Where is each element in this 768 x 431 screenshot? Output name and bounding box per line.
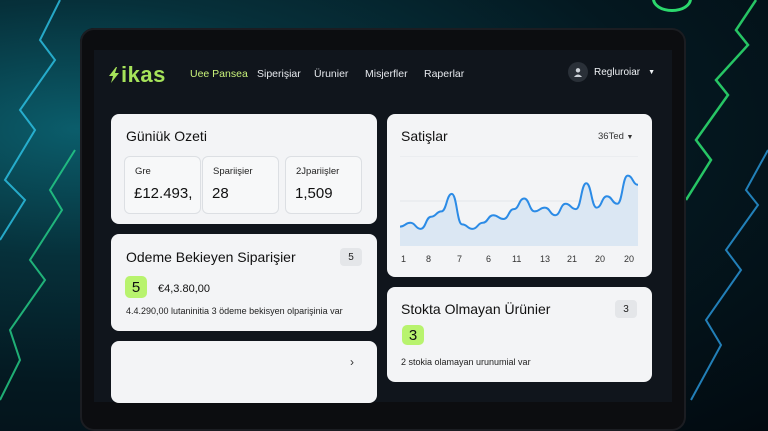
x-tick-label: 11	[512, 254, 522, 264]
x-tick-label: 13	[540, 254, 551, 264]
nav-item-products[interactable]: Ürunier	[314, 68, 348, 80]
summary-title: Güniük Ozeti	[126, 128, 207, 144]
kpi-revenue[interactable]: Gre £12.493,	[124, 156, 201, 214]
sales-chart	[400, 156, 638, 246]
x-tick-label: 6	[486, 254, 492, 264]
pending-title: Odeme Bekieyen Siparişier	[126, 249, 296, 265]
x-tick-label: 8	[426, 254, 432, 264]
kpi-label: 2Jpariişler	[296, 166, 340, 177]
stock-green-badge: 3	[402, 325, 424, 345]
nav-item-dashboard[interactable]: Uee Pansea	[190, 68, 248, 80]
chevron-right-icon[interactable]: ›	[350, 355, 354, 369]
x-tick-label: 7	[457, 254, 463, 264]
kpi-value: 1,509	[295, 185, 333, 202]
range-label: 36Ted	[598, 131, 624, 142]
stock-title: Stokta Olmayan Ürünier	[401, 301, 551, 317]
bolt-logo-icon	[109, 67, 119, 83]
nav-item-orders[interactable]: Siperişiar	[257, 68, 301, 80]
kpi-label: Spariişier	[213, 166, 253, 177]
stock-note: 2 stokia olamayan urunumial var	[401, 357, 531, 367]
user-menu[interactable]: Regluroiar ▼	[568, 62, 655, 82]
extra-card[interactable]	[111, 341, 377, 403]
kpi-label: Gre	[135, 166, 151, 177]
brand-logo[interactable]: ikas	[108, 62, 166, 88]
pending-note: 4.4.290,00 lutaninitia 3 ödeme bekisyen …	[126, 306, 343, 316]
x-tick-label: 21	[567, 254, 578, 264]
chevron-down-icon: ▼	[626, 134, 634, 141]
brand-name: ikas	[121, 62, 166, 87]
pending-count-badge: 5	[340, 248, 362, 266]
user-icon	[568, 62, 588, 82]
user-label: Regluroiar	[594, 66, 641, 78]
kpi-value: 28	[212, 185, 229, 202]
sales-area	[400, 175, 638, 246]
lightning-right-icon	[686, 0, 768, 401]
top-navigation: ikas Uee Pansea Siperişiar Ürunier Misje…	[94, 50, 672, 98]
x-tick-label: 20	[624, 254, 635, 264]
kpi-orders[interactable]: Spariişier 28	[202, 156, 279, 214]
range-dropdown[interactable]: 36Ted ▼	[598, 131, 633, 142]
kpi-visitors[interactable]: 2Jpariişler 1,509	[285, 156, 362, 214]
nav-item-reports[interactable]: Raperlar	[424, 68, 464, 80]
pending-amount: €4,3.80,00	[158, 283, 210, 295]
x-tick-label: 20	[595, 254, 606, 264]
x-tick-label: 1	[401, 254, 407, 264]
nav-item-customers[interactable]: Misjerfler	[365, 68, 408, 80]
stock-count-badge: 3	[615, 300, 637, 318]
pending-green-badge: 5	[125, 276, 147, 298]
sales-title: Satişlar	[401, 128, 448, 144]
chevron-down-icon: ▼	[648, 68, 656, 76]
lightning-left-icon	[0, 0, 76, 401]
kpi-value: £12.493,	[134, 185, 193, 202]
